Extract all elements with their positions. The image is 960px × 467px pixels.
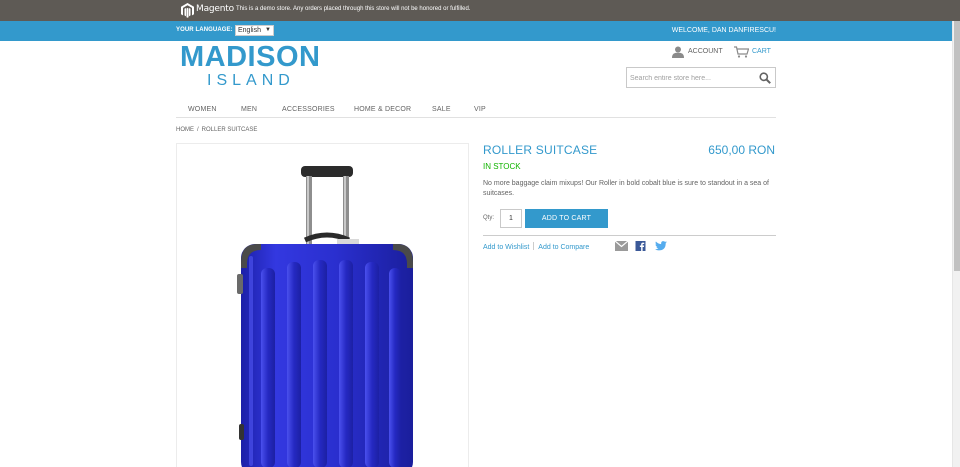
magento-brand: Magento <box>196 4 234 14</box>
language-select-value: English <box>238 27 261 34</box>
product-name: ROLLER SUITCASE <box>483 143 598 157</box>
twitter-icon[interactable] <box>655 241 667 251</box>
logo-line-1: MADISON <box>180 41 321 73</box>
email-icon[interactable] <box>615 241 628 251</box>
person-icon <box>672 46 684 58</box>
search-input[interactable] <box>630 72 755 84</box>
magento-logo-icon <box>181 3 194 18</box>
divider <box>483 235 776 236</box>
product-description: No more baggage claim mixups! Our Roller… <box>483 180 769 197</box>
language-bar: YOUR LANGUAGE: English ▼ WELCOME, DAN DA… <box>0 21 952 41</box>
scrollbar-thumb[interactable] <box>954 21 960 271</box>
nav-item-accessories[interactable]: ACCESSORIES <box>282 106 335 113</box>
language-select[interactable]: English ▼ <box>235 25 274 36</box>
welcome-message: WELCOME, DAN DANFIRESCU! <box>671 27 776 34</box>
account-label: ACCOUNT <box>688 48 723 55</box>
main-navigation: WOMEN MEN ACCESSORIES HOME & DECOR SALE … <box>176 104 776 118</box>
breadcrumb-current: ROLLER SUITCASE <box>201 127 258 133</box>
search-box <box>626 67 776 88</box>
search-icon[interactable] <box>759 72 771 84</box>
link-separator <box>533 242 535 250</box>
chevron-down-icon: ▼ <box>265 27 271 33</box>
page-scrollbar[interactable] <box>952 21 960 467</box>
breadcrumb: HOME / ROLLER SUITCASE <box>176 127 257 133</box>
logo-line-2: ISLAND <box>207 72 295 89</box>
nav-item-home-decor[interactable]: HOME & DECOR <box>354 106 411 113</box>
language-label: YOUR LANGUAGE: <box>176 27 233 33</box>
nav-item-men[interactable]: MEN <box>241 106 257 113</box>
cart-icon <box>734 46 749 58</box>
nav-item-sale[interactable]: SALE <box>432 106 451 113</box>
add-to-cart-button[interactable]: ADD TO CART <box>525 209 608 228</box>
add-to-compare-link[interactable]: Add to Compare <box>538 244 589 251</box>
product-actions: Add to Wishlist Add to Compare <box>483 242 589 252</box>
facebook-icon[interactable] <box>635 241 646 251</box>
cart-label: CART <box>752 48 771 55</box>
nav-item-women[interactable]: WOMEN <box>188 106 217 113</box>
stock-status: IN STOCK <box>483 162 521 171</box>
breadcrumb-separator: / <box>197 127 199 133</box>
add-to-wishlist-link[interactable]: Add to Wishlist <box>483 244 529 251</box>
demo-notice-text: This is a demo store. Any orders placed … <box>236 6 471 12</box>
demo-notice-bar: Magento This is a demo store. Any orders… <box>0 0 960 21</box>
product-image-container[interactable] <box>176 143 469 467</box>
breadcrumb-home[interactable]: HOME <box>176 127 194 133</box>
nav-item-vip[interactable]: VIP <box>474 106 486 113</box>
qty-input[interactable] <box>500 209 522 228</box>
store-logo[interactable]: MADISON ISLAND <box>180 42 320 89</box>
product-price: 650,00 RON <box>708 143 775 157</box>
suitcase-product-image <box>237 166 413 467</box>
qty-label: Qty: <box>483 215 495 221</box>
